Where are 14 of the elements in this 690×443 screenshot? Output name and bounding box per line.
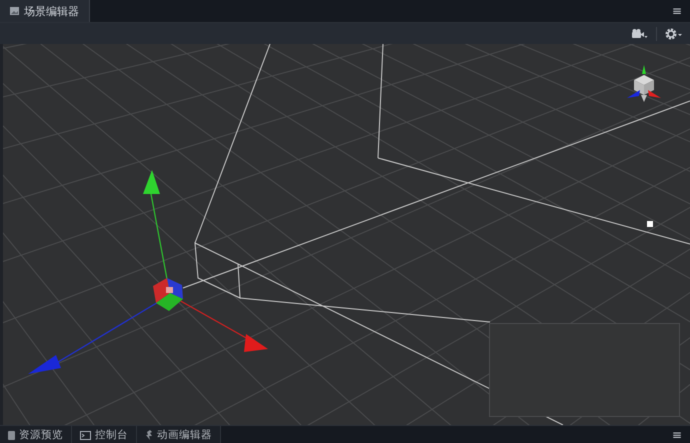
handle[interactable] [647,221,653,227]
scene-editor-tab[interactable]: 场景编辑器 [0,0,90,22]
settings-dropdown[interactable] [665,28,682,40]
panel-tab[interactable]: 控制台 [72,426,137,443]
transform-gizmo-drawing[interactable] [28,170,268,374]
terminal-icon [80,430,91,440]
orientation-gizmo-drawing[interactable] [627,65,661,102]
image-icon [10,7,19,15]
panel-tab[interactable]: 资源预览 [0,426,72,443]
file-icon [8,430,15,440]
menu-icon[interactable]: ≡ [664,0,690,22]
menu-icon[interactable]: ≡ [664,426,690,443]
panel-tab[interactable]: 动画编辑器 [137,426,221,443]
camera-dropdown[interactable] [632,28,648,38]
